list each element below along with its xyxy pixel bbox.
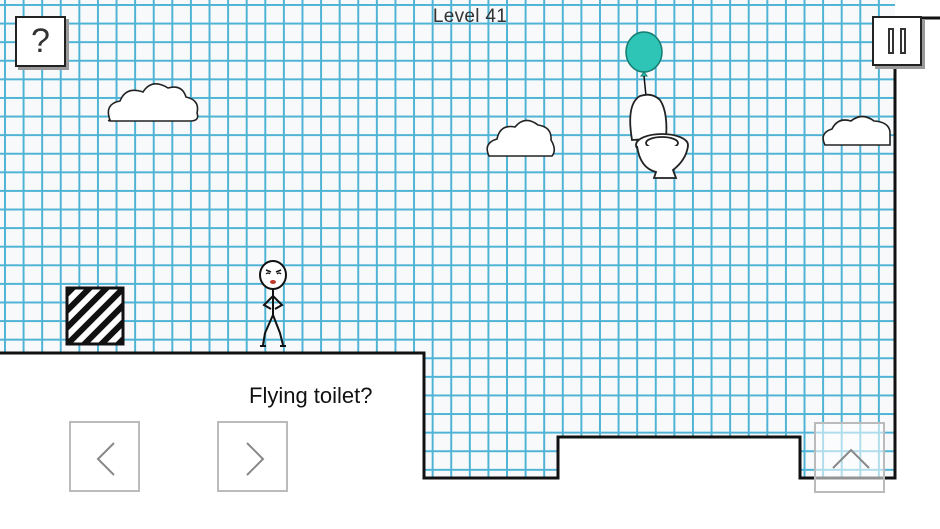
move-right-button[interactable]: [217, 421, 288, 492]
question-icon: ?: [31, 22, 50, 60]
jump-button[interactable]: [814, 422, 885, 493]
game-scene: Level 41 ? Flying toilet?: [0, 0, 940, 529]
dialog-text: Flying toilet?: [249, 383, 373, 408]
hatched-crate: [65, 286, 125, 346]
chevron-left-icon: [96, 442, 115, 476]
cloud-icon: [107, 83, 199, 122]
pause-button[interactable]: [872, 16, 922, 66]
pause-icon: [888, 28, 894, 54]
cloud-icon: [486, 119, 556, 157]
level-title: Level 41: [432, 6, 508, 27]
chevron-up-icon: [832, 448, 870, 469]
toilet-icon: [629, 93, 689, 179]
cloud-icon: [822, 115, 891, 146]
move-left-button[interactable]: [69, 421, 140, 492]
balloon-icon: [625, 31, 663, 97]
pause-icon: [900, 28, 906, 54]
help-button[interactable]: ?: [15, 16, 66, 67]
chevron-right-icon: [246, 442, 265, 476]
stickman-player: [259, 260, 287, 347]
